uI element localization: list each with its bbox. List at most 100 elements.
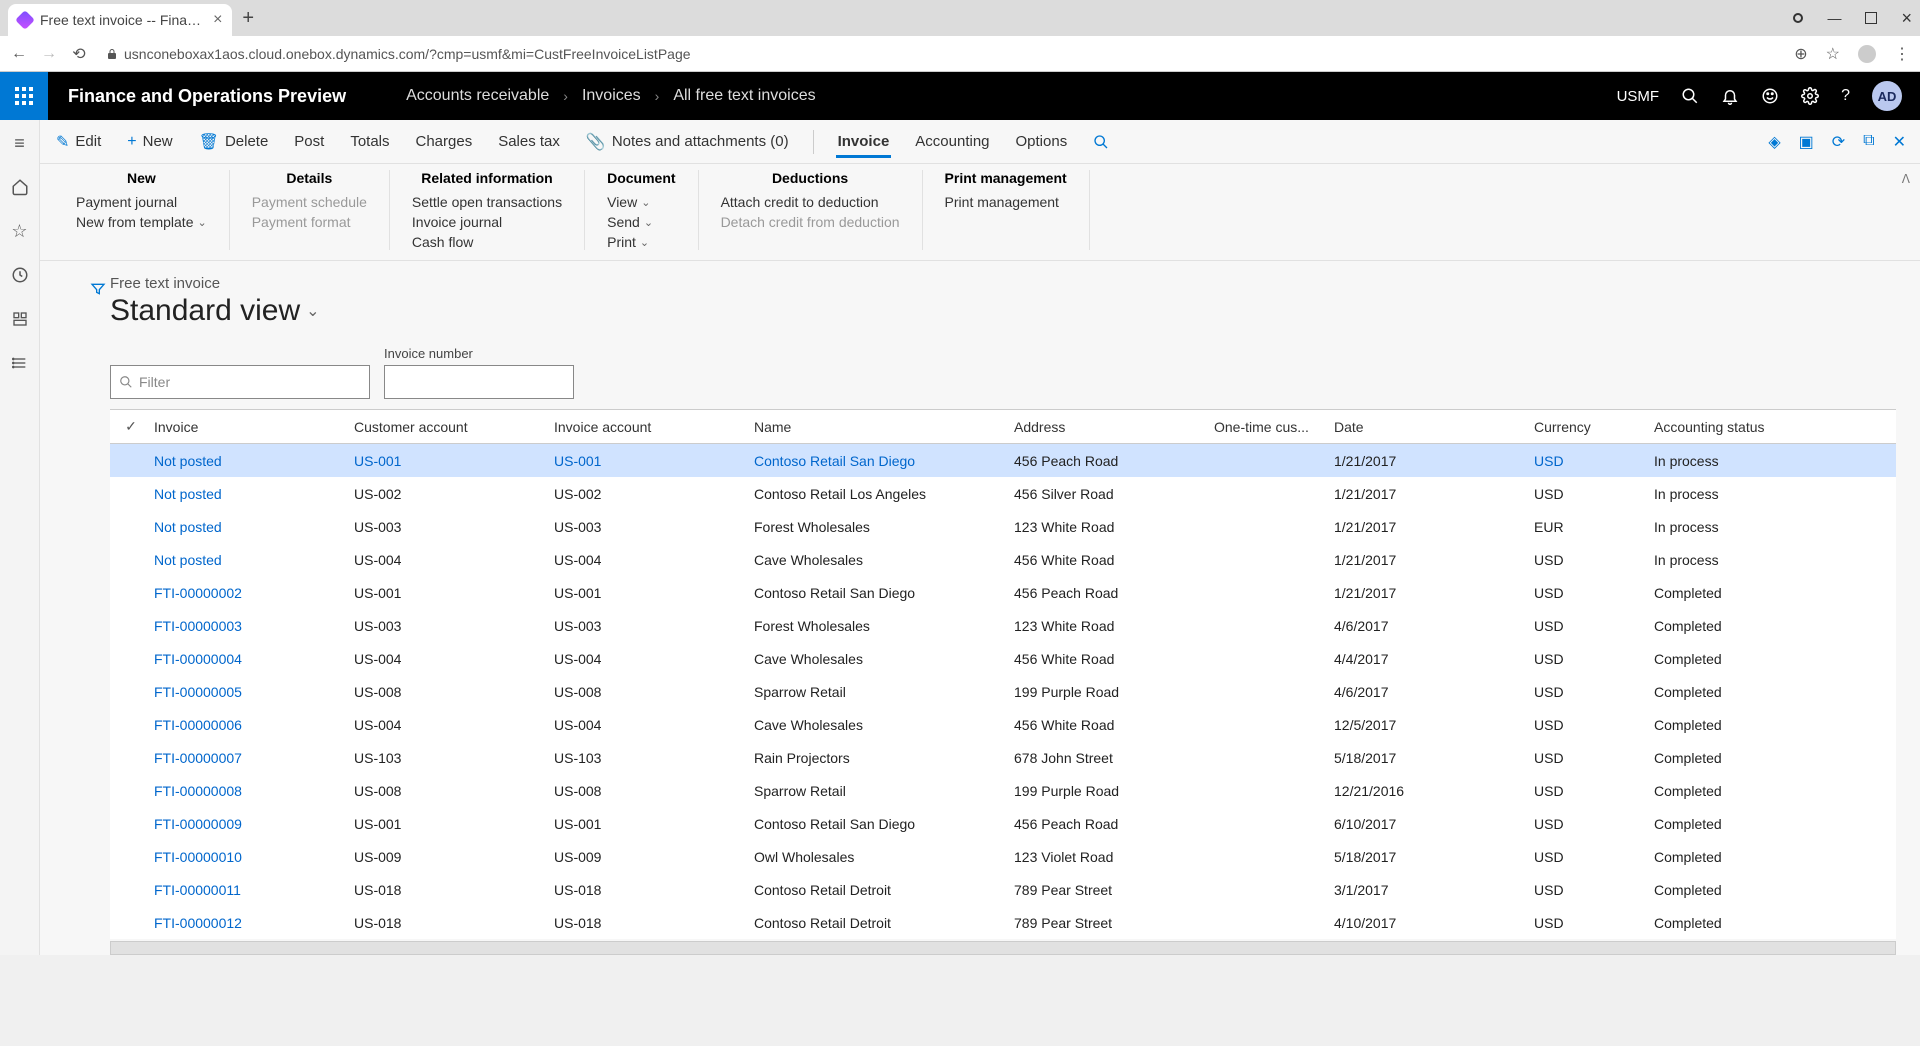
cell-invoice[interactable]: FTI-00000011 [146,882,346,898]
rail-recent-icon[interactable] [9,264,31,286]
cell-customer-account[interactable]: US-004 [346,717,546,733]
cell-name[interactable]: Contoso Retail San Diego [746,453,1006,469]
delete-button[interactable]: 🗑Delete [197,124,271,160]
tab-accounting[interactable]: Accounting [913,125,991,158]
attach-credit-button[interactable]: Attach credit to deduction [721,194,900,210]
cell-date[interactable]: 1/21/2017 [1326,552,1526,568]
cell-address[interactable]: 199 Purple Road [1006,684,1206,700]
cell-invoice[interactable]: FTI-00000007 [146,750,346,766]
smiley-icon[interactable] [1761,87,1779,105]
cell-date[interactable]: 4/6/2017 [1326,618,1526,634]
cell-customer-account[interactable]: US-003 [346,519,546,535]
col-header-date[interactable]: Date [1326,419,1526,435]
totals-button[interactable]: Totals [348,125,391,158]
cell-name[interactable]: Cave Wholesales [746,717,1006,733]
cell-currency[interactable]: USD [1526,717,1646,733]
col-header-invoice[interactable]: Invoice [146,419,346,435]
table-row[interactable]: Not postedUS-002US-002Contoso Retail Los… [110,477,1896,510]
table-row[interactable]: Not postedUS-004US-004Cave Wholesales456… [110,543,1896,576]
cell-address[interactable]: 456 White Road [1006,717,1206,733]
table-row[interactable]: FTI-00000002US-001US-001Contoso Retail S… [110,576,1896,609]
new-from-template-button[interactable]: New from template ⌄ [76,214,207,230]
cell-name[interactable]: Forest Wholesales [746,618,1006,634]
cell-invoice[interactable]: FTI-00000012 [146,915,346,931]
cell-customer-account[interactable]: US-001 [346,816,546,832]
cell-currency[interactable]: USD [1526,651,1646,667]
cell-customer-account[interactable]: US-001 [346,585,546,601]
maximize-icon[interactable] [1865,12,1877,24]
table-row[interactable]: Not postedUS-003US-003Forest Wholesales1… [110,510,1896,543]
cell-invoice-account[interactable]: US-009 [546,849,746,865]
filter-pane-icon[interactable] [90,281,106,297]
cell-invoice[interactable]: FTI-00000009 [146,816,346,832]
table-row[interactable]: FTI-00000006US-004US-004Cave Wholesales4… [110,708,1896,741]
close-window-icon[interactable]: × [1901,8,1912,29]
cell-currency[interactable]: USD [1526,552,1646,568]
cell-address[interactable]: 199 Purple Road [1006,783,1206,799]
cell-address[interactable]: 456 Peach Road [1006,816,1206,832]
cell-date[interactable]: 1/21/2017 [1326,486,1526,502]
cell-name[interactable]: Contoso Retail Detroit [746,915,1006,931]
cell-customer-account[interactable]: US-001 [346,453,546,469]
company-label[interactable]: USMF [1617,88,1660,105]
cell-invoice-account[interactable]: US-002 [546,486,746,502]
edit-button[interactable]: ✎Edit [54,124,103,160]
cell-customer-account[interactable]: US-002 [346,486,546,502]
cell-address[interactable]: 789 Pear Street [1006,915,1206,931]
rail-workspaces-icon[interactable] [9,308,31,330]
cell-customer-account[interactable]: US-004 [346,552,546,568]
cell-customer-account[interactable]: US-003 [346,618,546,634]
rail-home-icon[interactable] [9,176,31,198]
tab-options[interactable]: Options [1014,125,1070,158]
cell-name[interactable]: Contoso Retail Los Angeles [746,486,1006,502]
cell-status[interactable]: Completed [1646,684,1846,700]
select-all-checkbox[interactable]: ✓ [116,418,146,435]
grid-body[interactable]: Not postedUS-001US-001Contoso Retail San… [110,444,1896,939]
cell-invoice-account[interactable]: US-004 [546,717,746,733]
view-selector[interactable]: Standard view ⌄ [110,294,1896,328]
reload-icon[interactable]: ⟲ [70,44,88,64]
cell-name[interactable]: Rain Projectors [746,750,1006,766]
cell-status[interactable]: Completed [1646,585,1846,601]
cell-customer-account[interactable]: US-008 [346,684,546,700]
table-row[interactable]: FTI-00000011US-018US-018Contoso Retail D… [110,873,1896,906]
col-header-accounting-status[interactable]: Accounting status [1646,419,1846,435]
cell-invoice[interactable]: Not posted [146,453,346,469]
cell-customer-account[interactable]: US-009 [346,849,546,865]
cell-invoice-account[interactable]: US-004 [546,651,746,667]
payment-journal-button[interactable]: Payment journal [76,194,207,210]
cell-address[interactable]: 123 White Road [1006,519,1206,535]
col-header-one-time-customer[interactable]: One-time cus... [1206,419,1326,435]
cell-date[interactable]: 4/10/2017 [1326,915,1526,931]
office-icon[interactable]: ▣ [1799,132,1814,152]
cell-currency[interactable]: USD [1526,453,1646,469]
cell-name[interactable]: Contoso Retail San Diego [746,585,1006,601]
cell-status[interactable]: In process [1646,453,1846,469]
forward-icon[interactable]: → [40,45,58,63]
cell-currency[interactable]: USD [1526,585,1646,601]
horizontal-scrollbar[interactable] [110,941,1896,955]
collapse-ribbon-icon[interactable]: ᐱ [1902,172,1910,186]
cell-invoice[interactable]: Not posted [146,486,346,502]
cell-date[interactable]: 4/6/2017 [1326,684,1526,700]
col-header-currency[interactable]: Currency [1526,419,1646,435]
col-header-invoice-account[interactable]: Invoice account [546,419,746,435]
cell-address[interactable]: 456 White Road [1006,651,1206,667]
cell-address[interactable]: 789 Pear Street [1006,882,1206,898]
cell-address[interactable]: 456 Peach Road [1006,453,1206,469]
cell-status[interactable]: Completed [1646,618,1846,634]
cell-date[interactable]: 1/21/2017 [1326,453,1526,469]
refresh-icon[interactable]: ⟳ [1832,132,1845,152]
url-box[interactable]: usnconeboxax1aos.cloud.onebox.dynamics.c… [100,46,1782,62]
cell-address[interactable]: 123 Violet Road [1006,849,1206,865]
cell-currency[interactable]: USD [1526,618,1646,634]
cell-invoice[interactable]: FTI-00000006 [146,717,346,733]
cell-invoice-account[interactable]: US-001 [546,816,746,832]
settle-button[interactable]: Settle open transactions [412,194,562,210]
table-row[interactable]: FTI-00000012US-018US-018Contoso Retail D… [110,906,1896,939]
tab-close-icon[interactable]: × [213,11,222,29]
cell-customer-account[interactable]: US-008 [346,783,546,799]
cell-address[interactable]: 678 John Street [1006,750,1206,766]
quick-filter-input[interactable]: Filter [110,365,370,399]
invoice-number-input[interactable] [384,365,574,399]
